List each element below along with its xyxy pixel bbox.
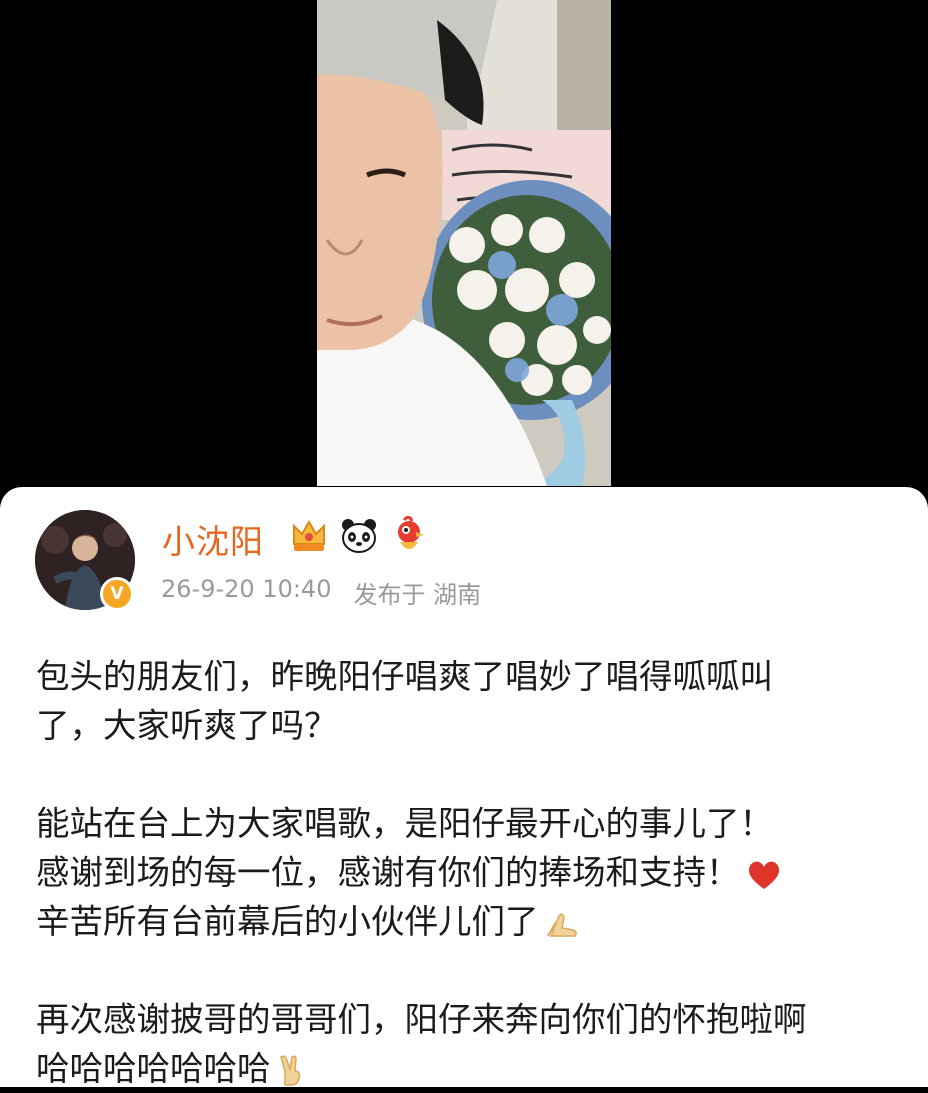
verified-badge: V xyxy=(100,577,134,611)
author-name[interactable]: 小沈阳 xyxy=(162,515,264,563)
heart-icon xyxy=(748,861,779,889)
author-badges xyxy=(290,516,428,556)
video-frame[interactable] xyxy=(317,0,611,486)
mascot-badge-icon[interactable] xyxy=(390,516,428,556)
post-location: 发布于 湖南 xyxy=(353,581,482,609)
video-player[interactable] xyxy=(0,0,928,500)
post-line: 能站在台上为大家唱歌，是阳仔最开心的事儿了！ xyxy=(36,804,773,843)
post-line: 再次感谢披哥的哥哥们，阳仔来奔向你们的怀抱啦啊 xyxy=(36,1000,807,1039)
post-body: 包头的朋友们，昨晚阳仔唱爽了唱妙了唱得呱呱叫 了，大家听爽了吗？ 能站在台上为大… xyxy=(36,652,906,1093)
post-timestamp: 26-9-20 10:40 xyxy=(161,575,332,603)
victory-hand-icon xyxy=(279,1054,300,1086)
post-line: 了，大家听爽了吗？ xyxy=(36,706,338,745)
post-line-with-emoji: 感谢到场的每一位，感谢有你们的捧场和支持！ xyxy=(36,848,906,897)
post-line-text: 感谢到场的每一位，感谢有你们的捧场和支持！ xyxy=(36,853,740,892)
post-line-text: 辛苦所有台前幕后的小伙伴儿们了 xyxy=(36,902,539,941)
crown-badge-icon[interactable] xyxy=(290,516,328,556)
pray-hands-icon xyxy=(546,913,577,937)
post-line-with-emoji: 哈哈哈哈哈哈哈 xyxy=(36,1044,906,1093)
post-line-with-emoji: 辛苦所有台前幕后的小伙伴儿们了 xyxy=(36,897,906,946)
post-line-text: 哈哈哈哈哈哈哈 xyxy=(36,1049,271,1088)
post-line: 包头的朋友们，昨晚阳仔唱爽了唱妙了唱得呱呱叫 xyxy=(36,657,773,696)
panda-badge-icon[interactable] xyxy=(340,516,378,556)
post-meta: 26-9-20 10:40 发布于 湖南 xyxy=(161,575,481,610)
video-still-image xyxy=(317,0,611,486)
